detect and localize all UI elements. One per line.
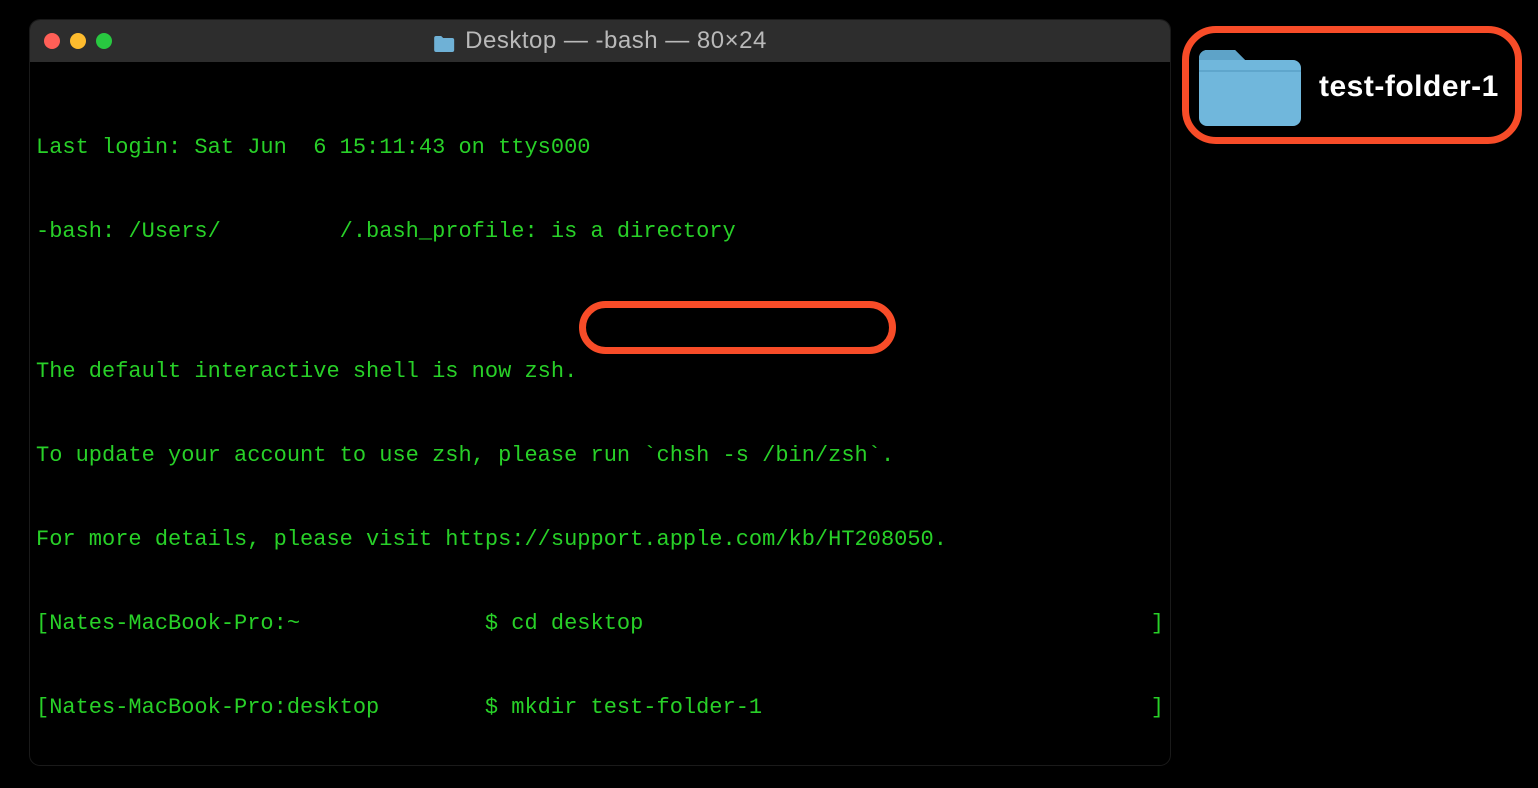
folder-label: test-folder-1 [1319,70,1499,104]
folder-icon [1195,42,1305,132]
terminal-line: For more details, please visit https://s… [36,526,1164,554]
desktop-folder-item[interactable]: test-folder-1 [1195,42,1499,132]
minimize-button[interactable] [70,33,86,49]
terminal-window[interactable]: Desktop — -bash — 80×24 Last login: Sat … [30,20,1170,765]
prompt-right: ] [1151,694,1164,722]
terminal-prompt-line: [Nates-MacBook-Pro:~ $ cd desktop ] [36,610,1164,638]
folder-icon [433,32,455,50]
prompt-right: ] [1151,610,1164,638]
terminal-line: To update your account to use zsh, pleas… [36,442,1164,470]
traffic-lights [44,33,112,49]
window-title: Desktop — -bash — 80×24 [465,27,767,55]
close-button[interactable] [44,33,60,49]
maximize-button[interactable] [96,33,112,49]
terminal-prompt-line: [Nates-MacBook-Pro:desktop $ mkdir test-… [36,694,1164,722]
titlebar-title-group: Desktop — -bash — 80×24 [433,27,767,55]
annotation-highlight [579,301,896,354]
terminal-line: Last login: Sat Jun 6 15:11:43 on ttys00… [36,134,1164,162]
terminal-output[interactable]: Last login: Sat Jun 6 15:11:43 on ttys00… [30,62,1170,765]
titlebar[interactable]: Desktop — -bash — 80×24 [30,20,1170,62]
terminal-line: The default interactive shell is now zsh… [36,358,1164,386]
prompt-left: [Nates-MacBook-Pro:~ $ cd desktop [36,610,643,638]
prompt-left: [Nates-MacBook-Pro:desktop $ mkdir test-… [36,694,762,722]
terminal-line: -bash: /Users/ /.bash_profile: is a dire… [36,218,1164,246]
